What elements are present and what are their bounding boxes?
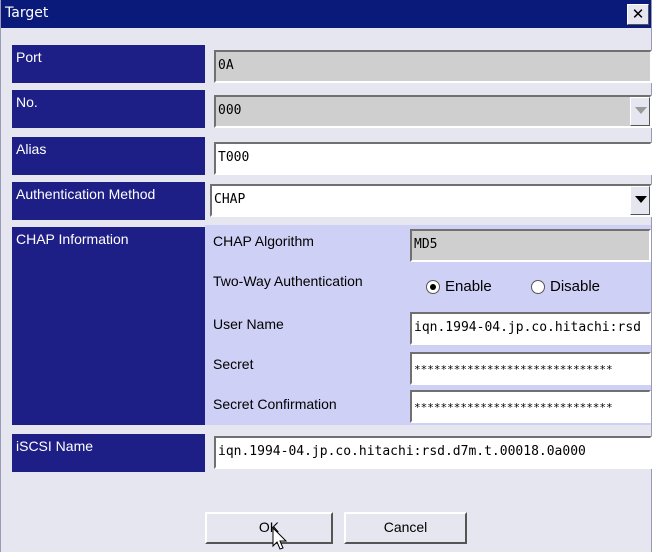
chap-algorithm-label: CHAP Algorithm — [213, 233, 314, 249]
chap-info-label: CHAP Information — [12, 227, 205, 425]
no-select: 000 — [214, 95, 652, 128]
disable-radio[interactable] — [531, 280, 545, 294]
iscsi-name-input[interactable]: iqn.1994-04.jp.co.hitachi:rsd.d7m.t.0001… — [214, 436, 652, 469]
two-way-auth-label: Two-Way Authentication — [213, 273, 363, 289]
user-name-input[interactable]: iqn.1994-04.jp.co.hitachi:rsd — [410, 312, 651, 345]
secret-confirm-input[interactable]: ****************************** — [410, 390, 651, 423]
port-label: Port — [12, 45, 205, 83]
radio-selected-dot — [430, 284, 436, 290]
chevron-down-icon — [630, 97, 650, 126]
alias-input[interactable]: T000 — [214, 142, 652, 175]
iscsi-name-label: iSCSI Name — [12, 434, 205, 472]
no-select-value: 000 — [218, 103, 242, 118]
secret-input[interactable]: ****************************** — [410, 352, 651, 385]
enable-radio[interactable] — [426, 280, 440, 294]
ok-button[interactable]: OK — [205, 512, 333, 544]
port-field: 0A — [214, 50, 652, 83]
secret-label: Secret — [213, 356, 254, 372]
title-bar[interactable]: Target ✕ — [1, 0, 651, 28]
mouse-pointer-icon — [272, 527, 288, 550]
auth-method-select[interactable]: CHAP — [210, 184, 652, 217]
alias-label: Alias — [12, 137, 205, 175]
close-icon[interactable]: ✕ — [627, 4, 649, 25]
enable-label[interactable]: Enable — [445, 278, 492, 295]
secret-confirm-label: Secret Confirmation — [213, 396, 337, 412]
chap-algorithm-field: MD5 — [410, 229, 651, 262]
no-label: No. — [12, 90, 205, 128]
auth-method-label: Authentication Method — [12, 182, 205, 220]
dialog-title: Target — [5, 5, 49, 21]
cancel-button[interactable]: Cancel — [344, 512, 467, 544]
user-name-label: User Name — [213, 316, 284, 332]
auth-method-value: CHAP — [214, 192, 246, 207]
chap-info-panel: CHAP Algorithm MD5 Two-Way Authenticatio… — [205, 225, 651, 425]
chevron-down-icon[interactable] — [630, 186, 650, 215]
disable-label[interactable]: Disable — [550, 278, 600, 295]
target-dialog: Target ✕ Port 0A No. 000 Alias T000 Auth… — [0, 0, 652, 552]
